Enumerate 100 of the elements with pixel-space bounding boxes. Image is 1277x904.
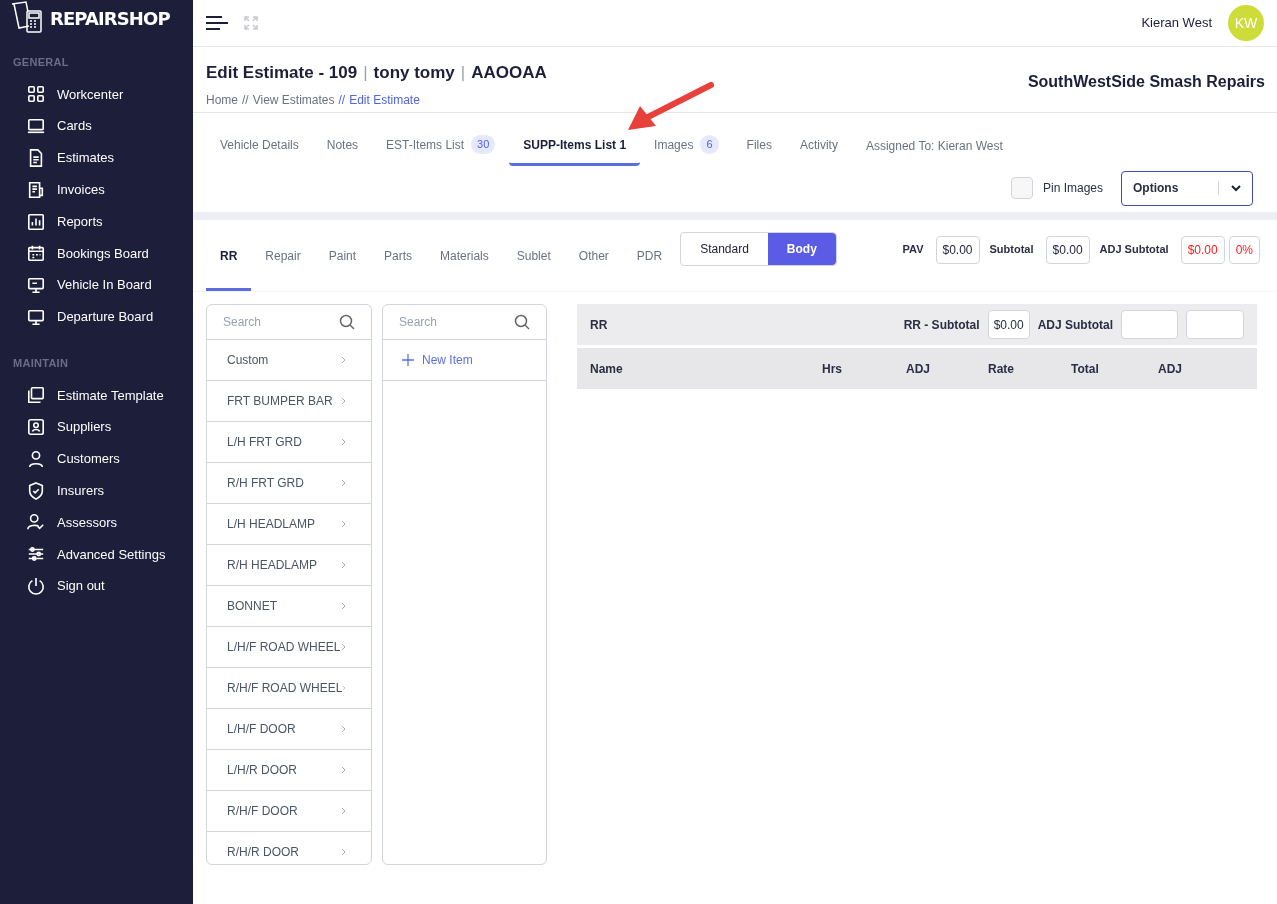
- part-list-item[interactable]: R/H/F DOOR: [207, 791, 371, 832]
- monitor-icon: [27, 276, 45, 295]
- search-field[interactable]: Search: [207, 305, 339, 339]
- sidebar-item[interactable]: Suppliers: [0, 411, 193, 443]
- category-tab[interactable]: PDR: [622, 220, 677, 291]
- sidebar-item[interactable]: Reports: [0, 205, 193, 238]
- user-name[interactable]: Kieran West: [1141, 13, 1212, 33]
- search-field[interactable]: Search: [383, 305, 514, 339]
- plus-icon: [402, 354, 414, 366]
- sidebar-item[interactable]: Estimates: [0, 142, 193, 174]
- category-tab[interactable]: Sublet: [502, 220, 565, 291]
- chevron-right-icon: [341, 725, 346, 733]
- windows-icon: [27, 386, 45, 405]
- sidebar-item[interactable]: Estimate Template: [0, 379, 193, 412]
- part-list-item[interactable]: L/H/F DOOR: [207, 709, 371, 750]
- column-header: Hrs: [822, 360, 843, 378]
- pin-images-label: Pin Images: [1042, 180, 1103, 197]
- category-tab[interactable]: Parts: [370, 220, 427, 291]
- monitor-icon: [27, 307, 45, 326]
- part-list-item[interactable]: L/H HEADLAMP: [207, 504, 371, 545]
- pin-images-checkbox[interactable]: [1010, 177, 1033, 199]
- part-list-item[interactable]: R/H HEADLAMP: [207, 545, 371, 586]
- page-title: tony tomy: [373, 62, 455, 84]
- breadcrumb-separator: //: [242, 91, 249, 109]
- breadcrumb-link[interactable]: Home: [206, 90, 238, 109]
- search-icon: [339, 314, 355, 330]
- mode-toggle-button[interactable]: Body: [767, 232, 836, 265]
- sidebar-item[interactable]: Departure Board: [0, 301, 193, 333]
- search-icon: [514, 314, 530, 330]
- tab[interactable]: EST-Items List 30: [372, 126, 510, 166]
- part-list-item[interactable]: FRT BUMPER BAR: [207, 381, 371, 422]
- part-list-item[interactable]: R/H FRT GRD: [207, 463, 371, 504]
- tab[interactable]: Notes: [312, 126, 373, 166]
- menu-icon[interactable]: [206, 16, 228, 30]
- part-list-item[interactable]: L/H/F ROAD WHEEL: [207, 627, 371, 668]
- chevron-right-icon: [341, 479, 346, 487]
- column-header: Name: [590, 360, 624, 378]
- tab[interactable]: Activity: [785, 126, 852, 166]
- tab[interactable]: Vehicle Details: [206, 126, 313, 166]
- chevron-down-icon: [1231, 184, 1241, 192]
- total-label: PAV: [902, 242, 924, 258]
- new-item-button[interactable]: New Item: [383, 340, 546, 381]
- grid-icon: [27, 85, 45, 104]
- person-check-icon: [27, 513, 45, 532]
- part-list-item[interactable]: BONNET: [207, 586, 371, 627]
- title-separator: |: [363, 62, 368, 84]
- part-list-item[interactable]: R/H/R DOOR: [207, 832, 371, 864]
- sidebar-item[interactable]: Bookings Board: [0, 237, 193, 270]
- breadcrumb-link[interactable]: View Estimates: [252, 90, 335, 109]
- section-heading: MAINTAIN: [12, 355, 70, 371]
- column-header: ADJ: [1158, 360, 1183, 378]
- sidebar-item[interactable]: Sign out: [0, 570, 193, 602]
- page-title: Edit Estimate - 109: [206, 62, 358, 84]
- calendar-icon: [27, 244, 45, 263]
- adj-percent-field[interactable]: [1186, 310, 1244, 339]
- category-tab[interactable]: Other: [564, 220, 623, 291]
- chevron-right-icon: [341, 848, 346, 856]
- category-tab[interactable]: RR: [206, 220, 252, 291]
- part-list-item[interactable]: Custom: [207, 340, 371, 381]
- part-list-item[interactable]: L/H FRT GRD: [207, 422, 371, 463]
- category-tab[interactable]: Paint: [314, 220, 371, 291]
- sidebar-item[interactable]: Insurers: [0, 474, 193, 507]
- tab[interactable]: Files: [732, 126, 786, 166]
- adj-subtotal-label: ADJ Subtotal: [1037, 316, 1113, 334]
- count-badge: 30: [471, 135, 496, 154]
- category-tab[interactable]: Repair: [251, 220, 315, 291]
- total-label: Subtotal: [989, 242, 1034, 258]
- category-tab[interactable]: Materials: [426, 220, 503, 291]
- tab[interactable]: Images 6: [640, 126, 733, 166]
- laptop-icon: [27, 117, 45, 136]
- company-name: SouthWestSide Smash Repairs: [1027, 72, 1265, 92]
- page-title: AAOOAA: [471, 62, 547, 84]
- document-icon: [27, 149, 45, 167]
- breadcrumb-separator: //: [338, 91, 346, 109]
- chevron-right-icon: [341, 438, 346, 446]
- title-separator: |: [460, 62, 466, 84]
- section-heading: GENERAL: [12, 55, 70, 70]
- fullscreen-icon[interactable]: [244, 16, 258, 30]
- total-label: ADJ Subtotal: [1099, 242, 1169, 258]
- sidebar-item[interactable]: Workcenter: [0, 78, 193, 111]
- options-dropdown[interactable]: Options: [1121, 170, 1253, 206]
- count-badge: 6: [700, 135, 719, 154]
- chevron-right-icon: [341, 602, 346, 610]
- logo-text: REPAIRSHOP: [50, 6, 170, 31]
- breadcrumb-link[interactable]: Edit Estimate: [349, 90, 420, 109]
- part-list-item[interactable]: R/H/F ROAD WHEEL: [207, 668, 371, 709]
- sidebar-item[interactable]: Assessors: [0, 506, 193, 539]
- chevron-right-icon: [342, 684, 346, 692]
- mode-toggle-button[interactable]: Standard: [681, 232, 768, 265]
- sidebar-item[interactable]: Customers: [0, 442, 193, 475]
- chevron-right-icon: [341, 520, 346, 528]
- part-list-item[interactable]: L/H/R DOOR: [207, 750, 371, 791]
- power-icon: [27, 577, 45, 596]
- chevron-right-icon: [341, 807, 346, 815]
- sidebar-item[interactable]: Cards: [0, 110, 193, 143]
- sidebar-item[interactable]: Invoices: [0, 173, 193, 206]
- adj-subtotal-field[interactable]: [1121, 310, 1178, 339]
- sidebar-item[interactable]: Advanced Settings: [0, 538, 193, 571]
- chevron-right-icon: [341, 643, 346, 651]
- sidebar-item[interactable]: Vehicle In Board: [0, 269, 193, 302]
